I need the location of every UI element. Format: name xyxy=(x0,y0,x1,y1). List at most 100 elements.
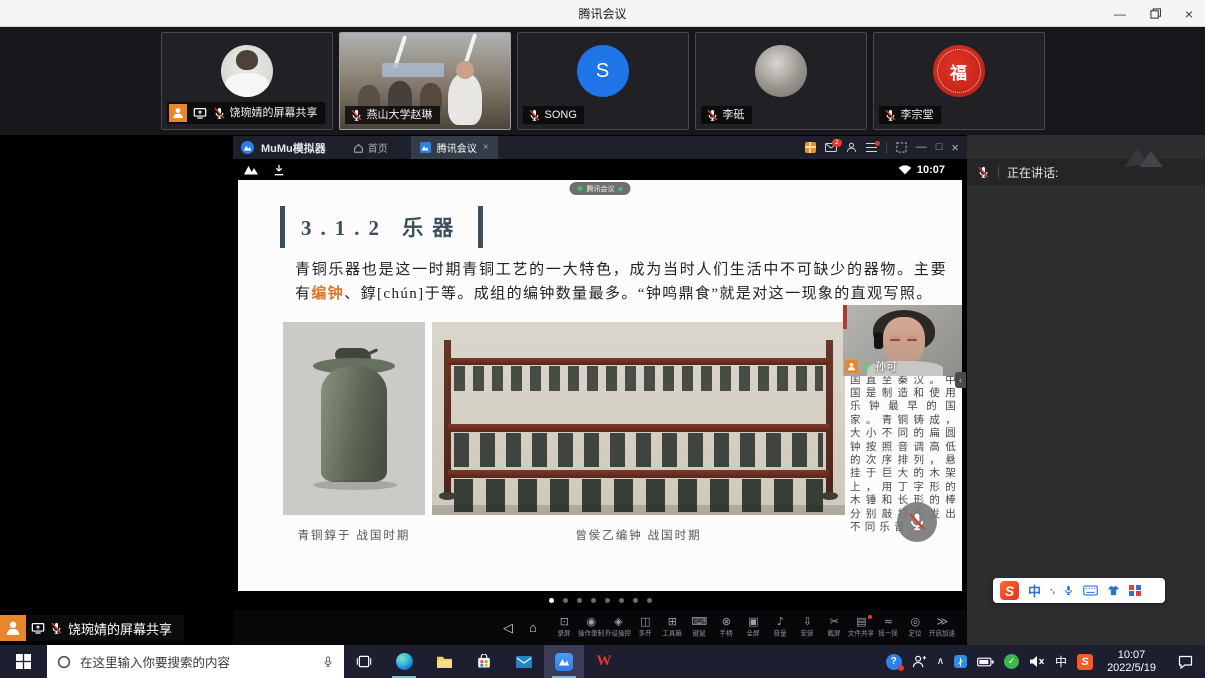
host-icon xyxy=(169,104,187,122)
taskbar-explorer-button[interactable] xyxy=(424,645,464,678)
slide-title-block: 3.1.2 乐器 xyxy=(280,206,483,248)
taskbar-edge-button[interactable] xyxy=(384,645,424,678)
punctuation-toggle[interactable]: ·, xyxy=(1050,585,1054,596)
gift-icon[interactable] xyxy=(805,142,816,153)
mic-active-icon xyxy=(861,361,872,372)
meeting-status-pill: 腾讯会议 xyxy=(570,182,631,195)
taskbar-store-button[interactable] xyxy=(464,645,504,678)
fit-window-icon[interactable] xyxy=(896,142,907,153)
emulator-maximize-button[interactable]: □ xyxy=(936,142,943,153)
keyboard-mouse-button[interactable]: ⌨ 键鼠 xyxy=(686,616,713,640)
ime-indicator[interactable]: 中 xyxy=(1055,653,1067,670)
menu-icon[interactable] xyxy=(866,143,877,152)
taskbar-wps-button[interactable]: W xyxy=(584,645,624,678)
peripheral-control-button[interactable]: ◈ 外设操控 xyxy=(605,616,632,640)
mic-muted-icon xyxy=(528,109,541,122)
bronze-chunyu-image xyxy=(283,322,425,515)
help-tray-icon[interactable]: ? xyxy=(886,654,902,670)
toolbox-button[interactable]: ⊞ 工具箱 xyxy=(659,616,686,640)
shake-button[interactable]: ≈ 摇一摇 xyxy=(875,616,902,640)
collapse-panel-button[interactable]: ‹ xyxy=(955,372,966,388)
security-tray-icon[interactable]: ✓ xyxy=(1004,654,1019,669)
participant-tile-lidi[interactable]: 李砥 xyxy=(695,32,867,130)
close-button[interactable]: × xyxy=(1185,7,1193,21)
multi-instance-button[interactable]: ◫ 多开 xyxy=(632,616,659,640)
tab-meeting[interactable]: 腾讯会议 × xyxy=(411,136,498,159)
soft-keyboard-icon[interactable] xyxy=(1083,585,1098,596)
volume-button[interactable]: ♪ 音量 xyxy=(767,616,794,640)
taskbar-search-input[interactable]: 在这里输入你要搜索的内容 xyxy=(47,645,344,678)
system-tray: ? ∧ ✓ 中 S 10:07 2022/5/19 xyxy=(886,645,1205,678)
slide-dot xyxy=(605,598,610,603)
emulator-minimize-button[interactable]: — xyxy=(916,142,927,153)
slide-dot xyxy=(549,598,554,603)
tab-close-icon[interactable]: × xyxy=(483,142,489,153)
search-placeholder: 在这里输入你要搜索的内容 xyxy=(80,652,313,671)
participant-tile-sharer[interactable]: 饶琬婧的屏幕共享 xyxy=(161,32,333,130)
mumu-emulator-window: MuMu模拟器 首页 腾讯会议 × 2 — xyxy=(233,136,967,645)
participant-name: 燕山大学赵琳 xyxy=(367,108,433,122)
usb-tray-icon[interactable] xyxy=(954,655,967,668)
participant-tile-song[interactable]: S SONG xyxy=(517,32,689,130)
participant-tile-video[interactable]: 燕山大学赵琳 xyxy=(339,32,511,130)
nav-back-icon[interactable]: ◁ xyxy=(503,621,513,634)
action-center-icon[interactable] xyxy=(1170,655,1201,669)
minimize-button[interactable]: — xyxy=(1114,8,1126,20)
slide-area: 腾讯会议 3.1.2 乐器 青铜乐器也是这一时期青铜工艺的一大特色，成为当时人们… xyxy=(233,180,967,591)
presentation-slide: 腾讯会议 3.1.2 乐器 青铜乐器也是这一时期青铜工艺的一大特色，成为当时人们… xyxy=(238,180,962,591)
participant-nametag: 李宗堂 xyxy=(879,106,941,124)
start-button[interactable] xyxy=(0,645,47,678)
window-title: 腾讯会议 xyxy=(578,5,626,22)
account-icon[interactable] xyxy=(846,142,857,153)
fullscreen-button[interactable]: ▣ 全屏 xyxy=(740,616,767,640)
taskbar-mail-button[interactable] xyxy=(504,645,544,678)
highlight-term: 编钟 xyxy=(311,286,344,302)
people-tray-icon[interactable] xyxy=(912,655,927,668)
avatar xyxy=(755,45,807,97)
slide-title: 3.1.2 乐器 xyxy=(301,212,462,242)
tab-home[interactable]: 首页 xyxy=(353,140,388,155)
volume-muted-tray-icon[interactable] xyxy=(1029,655,1045,668)
messages-icon[interactable]: 2 xyxy=(825,143,837,152)
participant-name: SONG xyxy=(545,108,577,122)
floating-mic-muted-button[interactable] xyxy=(897,502,937,542)
emulator-app-name: MuMu模拟器 xyxy=(261,140,326,156)
screen-share-banner: 饶琬婧的屏幕共享 xyxy=(0,615,184,641)
taskbar-meeting-button[interactable] xyxy=(544,645,584,678)
mic-muted-icon xyxy=(884,109,897,122)
taskbar-clock[interactable]: 10:07 2022/5/19 xyxy=(1103,649,1160,675)
toolbox-grid-icon[interactable] xyxy=(1129,585,1141,597)
slide-paragraph: 青铜乐器也是这一时期青铜工艺的一大特色，成为当时人们生活中不可缺少的器物。主要有… xyxy=(295,259,947,306)
screenshot-button[interactable]: ✂ 截屏 xyxy=(821,616,848,640)
download-icon[interactable] xyxy=(273,164,285,176)
tray-expand-icon[interactable]: ∧ xyxy=(937,656,944,667)
participant-nametag: 饶琬婧的屏幕共享 xyxy=(167,102,325,124)
screen-record-button[interactable]: ⊡ 录屏 xyxy=(551,616,578,640)
macro-record-button[interactable]: ◉ 操作录制 xyxy=(578,616,605,640)
window-controls: — × xyxy=(1114,0,1193,27)
slide-dot xyxy=(619,598,624,603)
participant-tile-lizongtang[interactable]: 福 李宗堂 xyxy=(873,32,1045,130)
gamepad-button[interactable]: ⊗ 手柄 xyxy=(713,616,740,640)
restore-button[interactable] xyxy=(1150,8,1161,19)
host-icon xyxy=(845,360,858,373)
boost-button[interactable]: ≫ 开启加速 xyxy=(929,616,956,640)
sogou-tray-icon[interactable]: S xyxy=(1077,654,1093,670)
location-button[interactable]: ◎ 定位 xyxy=(902,616,929,640)
battery-tray-icon[interactable] xyxy=(977,657,994,667)
voice-input-icon[interactable] xyxy=(1063,584,1074,597)
mic-muted-icon xyxy=(907,512,927,532)
skin-icon[interactable] xyxy=(1107,585,1120,596)
install-apk-button[interactable]: ⇩ 安装 xyxy=(794,616,821,640)
avatar: 福 xyxy=(933,45,985,97)
sogou-logo-icon[interactable]: S xyxy=(1000,581,1019,600)
nav-home-icon[interactable]: ⌂ xyxy=(529,621,537,634)
search-mic-icon[interactable] xyxy=(322,656,334,668)
file-share-button[interactable]: ▤ 文件共享 xyxy=(848,616,875,640)
self-camera-overlay[interactable]: 孙可 xyxy=(843,305,962,376)
ime-mode-toggle[interactable]: 中 xyxy=(1028,581,1041,600)
emulator-toolbar: ◁ ⌂ ⊡ 录屏 ◉ 操作录制 xyxy=(233,610,967,645)
meeting-side-panel: 正在讲话: xyxy=(967,135,1205,645)
emulator-close-button[interactable]: × xyxy=(951,141,959,154)
task-view-button[interactable] xyxy=(344,645,384,678)
